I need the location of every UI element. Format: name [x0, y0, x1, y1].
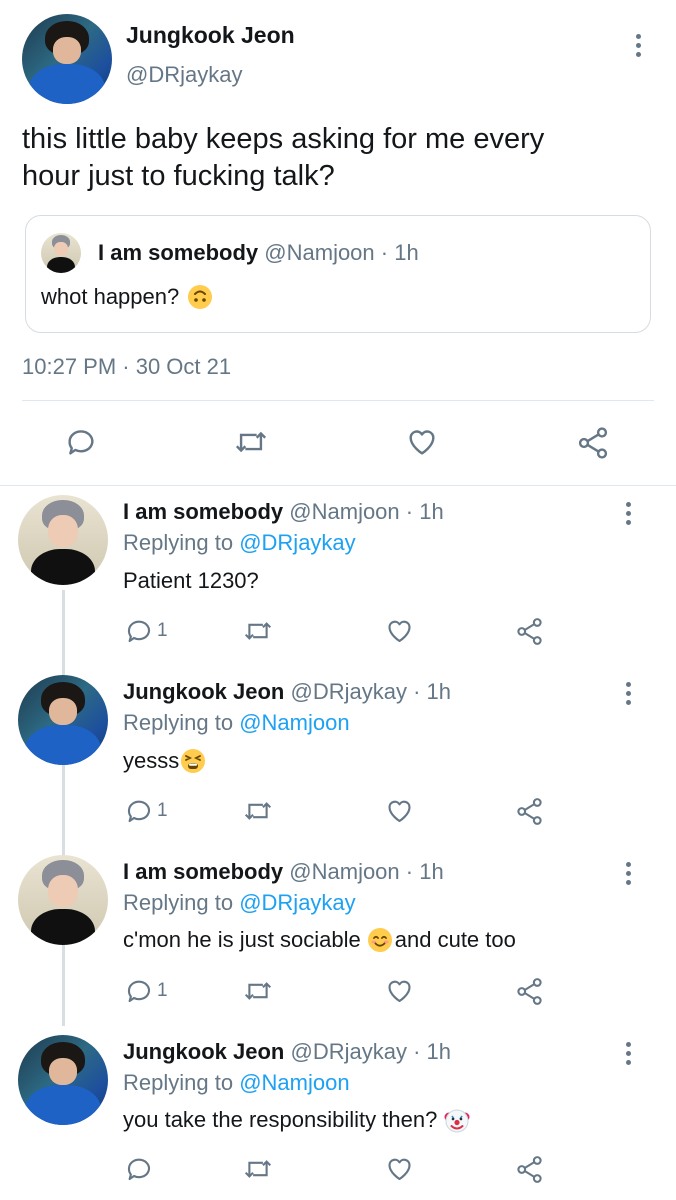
- replying-to: Replying to @DRjaykay: [123, 530, 356, 556]
- reply-icon[interactable]: 1: [124, 976, 168, 1006]
- retweet-icon[interactable]: [242, 976, 274, 1006]
- more-options-icon[interactable]: [626, 862, 632, 889]
- author-handle[interactable]: @DRjaykay: [126, 62, 242, 88]
- replying-to: Replying to @Namjoon: [123, 710, 350, 736]
- reply-author-name[interactable]: I am somebody: [123, 499, 283, 524]
- retweet-icon[interactable]: [232, 425, 270, 459]
- divider: [22, 400, 654, 401]
- author-avatar[interactable]: [22, 14, 112, 104]
- reply-author-handle[interactable]: @DRjaykay: [290, 1039, 406, 1064]
- like-icon[interactable]: [384, 616, 415, 646]
- reply-text-row: you take the responsibility then?: [123, 1106, 471, 1134]
- quote-avatar: [41, 233, 81, 273]
- more-options-icon[interactable]: [636, 34, 642, 61]
- reply-time: · 1h: [405, 859, 444, 884]
- replying-to: Replying to @Namjoon: [123, 1070, 350, 1096]
- more-options-icon[interactable]: [626, 682, 632, 709]
- reply-time: · 1h: [413, 1039, 451, 1064]
- tweet-text-line: hour just to fucking talk?: [22, 160, 335, 192]
- reply-time: · 1h: [405, 499, 444, 524]
- smiling-face-emoji-icon: [367, 928, 392, 952]
- reply-icon[interactable]: 1: [124, 796, 168, 826]
- reply-count: 1: [157, 800, 168, 821]
- quoted-tweet-card[interactable]: I am somebody @Namjoon · 1h whot happen?: [25, 215, 651, 333]
- quote-author-name: I am somebody: [98, 240, 259, 265]
- tweet-text-line: this little baby keeps asking for me eve…: [22, 123, 545, 155]
- like-icon[interactable]: [404, 425, 440, 459]
- reply-text: you take the responsibility then?: [123, 1107, 438, 1132]
- replying-to: Replying to @DRjaykay: [123, 890, 356, 916]
- reply-text: c'mon he is just sociable: [123, 927, 361, 952]
- reply-text-row: yesss: [123, 748, 206, 774]
- quote-author-handle: @Namjoon: [264, 240, 375, 265]
- thread-line: [62, 590, 65, 1026]
- tired-face-emoji-icon: [181, 749, 206, 773]
- replying-to-prefix: Replying to: [123, 530, 234, 555]
- share-icon[interactable]: [514, 616, 545, 647]
- reply-author-name[interactable]: Jungkook Jeon: [123, 1039, 284, 1064]
- quote-header: I am somebody @Namjoon · 1h: [98, 240, 419, 266]
- share-icon[interactable]: [514, 1154, 545, 1185]
- reply-header: I am somebody @Namjoon · 1h: [123, 859, 444, 885]
- replying-to-prefix: Replying to: [123, 890, 234, 915]
- quote-text-row: whot happen?: [41, 284, 213, 310]
- reply-header: Jungkook Jeon @DRjaykay · 1h: [123, 1039, 451, 1065]
- share-icon[interactable]: [575, 425, 611, 461]
- reply-text: and cute too: [394, 927, 516, 952]
- retweet-icon[interactable]: [242, 616, 274, 646]
- reply-text: yesss: [123, 748, 180, 773]
- reply-author-name[interactable]: Jungkook Jeon: [123, 679, 284, 704]
- more-options-icon[interactable]: [626, 502, 632, 529]
- reply-count: 1: [157, 620, 168, 641]
- share-icon[interactable]: [514, 976, 545, 1007]
- replying-to-link[interactable]: @DRjaykay: [239, 530, 355, 555]
- retweet-icon[interactable]: [242, 796, 274, 826]
- reply-count: 1: [157, 980, 168, 1001]
- replying-to-prefix: Replying to: [123, 710, 234, 735]
- replying-to-link[interactable]: @DRjaykay: [239, 890, 355, 915]
- reply-avatar[interactable]: [18, 495, 108, 585]
- reply-author-handle[interactable]: @DRjaykay: [290, 679, 406, 704]
- replying-to-prefix: Replying to: [123, 1070, 234, 1095]
- clown-face-emoji-icon: [444, 1109, 470, 1133]
- divider: [0, 485, 676, 486]
- reply-text: Patient 1230?: [123, 568, 259, 593]
- reply-time: · 1h: [413, 679, 451, 704]
- replying-to-link[interactable]: @Namjoon: [239, 1070, 349, 1095]
- reply-avatar[interactable]: [18, 675, 108, 765]
- upside-down-face-emoji-icon: [188, 285, 213, 309]
- reply-author-name[interactable]: I am somebody: [123, 859, 283, 884]
- more-options-icon[interactable]: [626, 1042, 632, 1069]
- tweet-timestamp[interactable]: 10:27 PM · 30 Oct 21: [22, 354, 231, 380]
- reply-author-handle[interactable]: @Namjoon: [289, 499, 399, 524]
- reply-avatar[interactable]: [18, 855, 108, 945]
- reply-avatar[interactable]: [18, 1035, 108, 1125]
- reply-header: I am somebody @Namjoon · 1h: [123, 499, 444, 525]
- reply-author-handle[interactable]: @Namjoon: [289, 859, 399, 884]
- quote-time: · 1h: [380, 240, 419, 265]
- reply-icon[interactable]: 1: [124, 616, 168, 646]
- quote-text: whot happen?: [41, 284, 180, 309]
- replying-to-link[interactable]: @Namjoon: [239, 710, 349, 735]
- retweet-icon[interactable]: [242, 1154, 274, 1184]
- author-name[interactable]: Jungkook Jeon: [126, 22, 295, 49]
- reply-icon[interactable]: [64, 425, 98, 459]
- like-icon[interactable]: [384, 1154, 415, 1184]
- like-icon[interactable]: [384, 976, 415, 1006]
- reply-icon[interactable]: [124, 1154, 154, 1184]
- reply-text-row: c'mon he is just sociable and cute too: [123, 927, 516, 953]
- tweet-text: this little baby keeps asking for me eve…: [22, 121, 544, 195]
- share-icon[interactable]: [514, 796, 545, 827]
- reply-header: Jungkook Jeon @DRjaykay · 1h: [123, 679, 451, 705]
- like-icon[interactable]: [384, 796, 415, 826]
